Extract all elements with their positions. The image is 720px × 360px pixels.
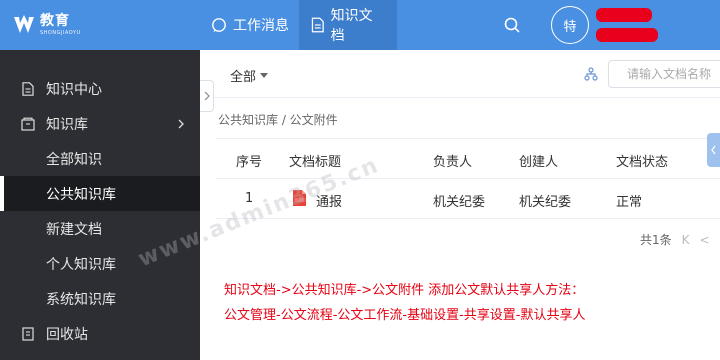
sidebar-item-public-knowledge[interactable]: 公共知识库 [0,176,200,211]
column-header[interactable]: 文档标题 [289,151,341,170]
folder-icon [21,117,35,131]
logo-subtext: SHONGJIAOYU [40,30,81,36]
sidebar-item-recycle-bin[interactable]: 回收站 [0,316,200,351]
sidebar: 知识中心 知识库 全部知识 公共知识库 新建文档 个人知识库 系统知识库 回收站 [0,50,200,360]
column-header[interactable]: 创建人 [519,151,558,170]
prev-page-button[interactable]: < [700,233,710,247]
sidebar-item-label: 公共知识库 [46,186,116,203]
nav-tab-documents[interactable]: 知识文档 [299,0,397,50]
sidebar-item-label: 回收站 [46,326,88,343]
search-box[interactable] [608,60,720,88]
document-icon [311,17,324,33]
redacted-username [596,8,652,22]
sidebar-item-label: 新建文档 [46,221,102,238]
chevron-left-icon [711,145,716,155]
nav-tab-label: 工作消息 [233,18,289,34]
sidebar-item-label: 系统知识库 [46,291,116,308]
column-header[interactable]: 序号 [236,151,262,170]
logo-icon [14,15,34,33]
top-bar: 教育 SHONGJIAOYU 工作消息 知识文档 特 [0,0,720,50]
logo-text: 教育 [40,13,70,29]
first-page-button[interactable]: K [682,233,690,247]
nav-tab-label: 知识文档 [330,8,373,44]
search-input[interactable] [627,67,720,81]
breadcrumb: 公共知识库 / 公文附件 [218,113,338,127]
column-header[interactable]: 负责人 [433,151,472,170]
row-index: 1 [245,191,254,206]
sidebar-item-system-knowledge[interactable]: 系统知识库 [0,281,200,316]
sidebar-item-label: 知识库 [46,116,88,133]
chevron-right-icon [204,91,210,101]
sidebar-item-all-knowledge[interactable]: 全部知识 [0,141,200,176]
document-title-link[interactable]: 通报 [316,191,342,210]
tree-structure-icon[interactable] [584,67,598,81]
redacted-userinfo [596,28,658,42]
sidebar-item-knowledge-center[interactable]: 知识中心 [0,71,200,106]
logo[interactable]: 教育 SHONGJIAOYU [12,9,122,41]
caret-down-icon [260,73,269,78]
annotation-line-1: 知识文档->公共知识库->公文附件 添加公文默认共享人方法： [224,283,585,298]
sidebar-collapse-toggle[interactable] [200,80,214,112]
annotation-line-2: 公文管理-公文流程-公文工作流-基础设置-共享设置-默认共享人 [224,308,586,323]
avatar-text: 特 [563,19,577,35]
pagination: 共1条 K < [640,231,710,248]
pagination-total: 共1条 [640,233,672,247]
column-header[interactable]: 文档状态 [616,151,668,170]
right-panel-toggle[interactable] [707,133,720,167]
trash-icon [22,326,34,341]
avatar[interactable]: 特 [551,6,589,44]
pdf-file-icon [293,190,306,206]
creator-cell: 机关纪委 [519,195,572,210]
owner-cell: 机关纪委 [433,195,486,210]
sidebar-item-new-document[interactable]: 新建文档 [0,211,200,246]
chevron-right-icon [178,119,184,128]
table-row[interactable]: 1 通报 机关纪委 机关纪委 正常 [216,179,720,219]
filter-all-label: 全部 [230,70,257,85]
document-icon [22,81,34,96]
filter-all-dropdown[interactable]: 全部 [230,66,269,85]
status-cell: 正常 [616,195,643,210]
sidebar-item-label: 知识中心 [46,81,102,98]
document-table: 序号 文档标题 负责人 创建人 文档状态 1 通报 机关纪委 机关纪委 正常 [216,138,720,219]
sidebar-item-label: 全部知识 [46,151,102,168]
sidebar-item-label: 个人知识库 [46,256,116,273]
search-icon[interactable] [500,13,524,37]
sidebar-item-personal-knowledge[interactable]: 个人知识库 [0,246,200,281]
sidebar-item-knowledge-base[interactable]: 知识库 [0,106,200,141]
table-header: 序号 文档标题 负责人 创建人 文档状态 [216,139,720,179]
chat-icon [212,18,226,32]
nav-tab-messages[interactable]: 工作消息 [199,0,301,50]
